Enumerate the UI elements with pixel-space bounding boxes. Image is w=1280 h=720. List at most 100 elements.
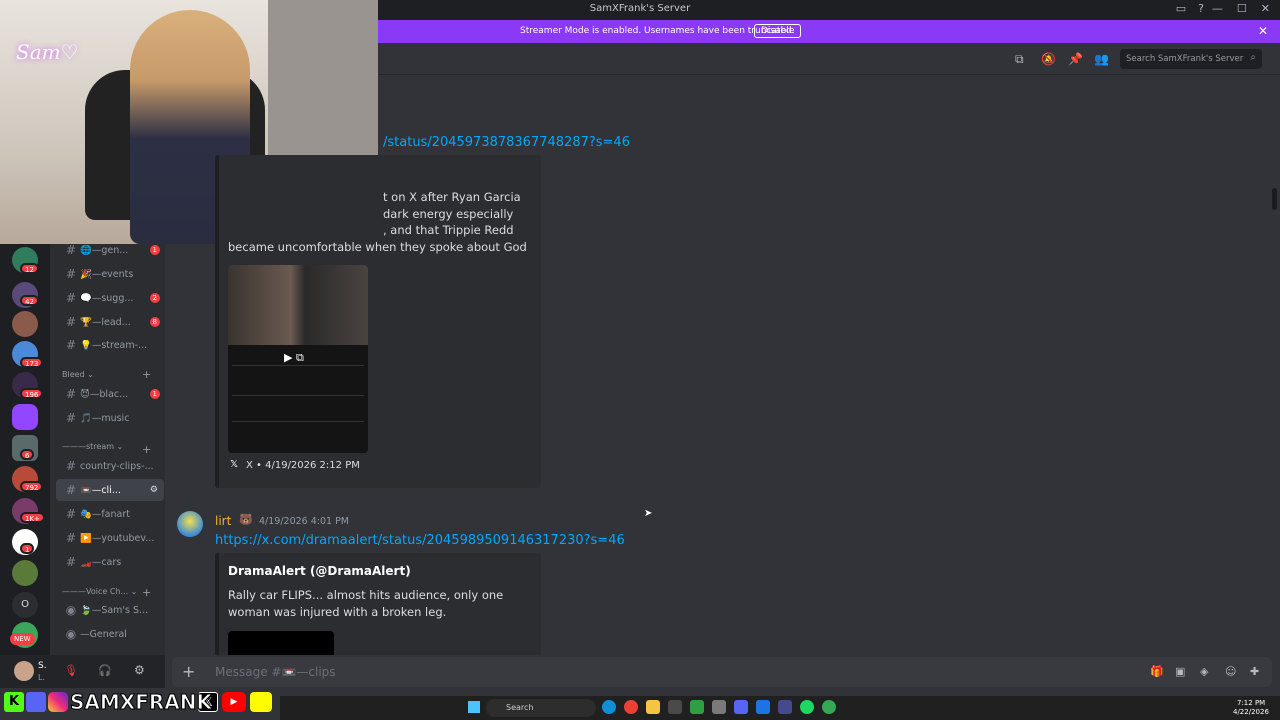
message-composer[interactable]: + Message #📼—clips 🎁 ▣ ◈ ☺ ✚	[172, 657, 1272, 687]
channel-badge: 8	[149, 317, 160, 327]
add-channel-icon[interactable]: +	[142, 586, 151, 599]
members-icon[interactable]: 👥	[1094, 52, 1109, 66]
server-badge: 1	[20, 543, 35, 554]
attach-plus-icon[interactable]: +	[182, 662, 195, 681]
channel-name: 🗨️—sugg...	[80, 292, 134, 304]
pin-icon[interactable]: 📌	[1068, 52, 1083, 66]
windows-start-icon[interactable]	[468, 701, 480, 713]
voice-channel-item[interactable]: ◉ —General	[56, 623, 164, 645]
channel-item[interactable]: # 😈—blac... 1	[56, 383, 164, 405]
help-icon[interactable]: ?	[1198, 2, 1204, 15]
embed-line: Rally car FLIPS... almost hits audience,…	[228, 588, 504, 602]
message-author[interactable]: lirt	[215, 514, 231, 528]
sticker-icon[interactable]: ◈	[1200, 665, 1208, 678]
channel-item[interactable]: # 🎭—fanart	[56, 503, 164, 525]
hash-icon: #	[65, 459, 77, 473]
edge-icon[interactable]	[602, 700, 616, 714]
snapchat-icon	[250, 692, 272, 712]
threads-icon[interactable]: ⧉	[1015, 52, 1024, 67]
hash-icon: #	[65, 267, 77, 281]
server-icon[interactable]	[12, 311, 38, 337]
avatar[interactable]	[14, 661, 34, 681]
user-status: L.	[38, 673, 45, 682]
active-app-icon[interactable]	[756, 700, 770, 714]
close-banner-icon[interactable]: ✕	[1258, 24, 1268, 38]
embed-line: , and that Trippie Redd	[383, 223, 514, 237]
voice-channel-item[interactable]: ◉ 🍃—Sam's S...	[56, 599, 164, 621]
spotify-icon[interactable]	[800, 700, 814, 714]
hash-icon: #	[65, 555, 77, 569]
disable-streamer-mode-button[interactable]: Disable	[754, 24, 802, 38]
channel-name: 🏎️—cars	[80, 556, 122, 568]
embed-author[interactable]: DramaAlert (@DramaAlert)	[228, 564, 411, 578]
channel-name: 😈—blac...	[80, 388, 129, 400]
webcam-logo: Sam♡	[16, 40, 79, 64]
minimize-button[interactable]: —	[1212, 2, 1223, 15]
app-icon[interactable]	[712, 700, 726, 714]
inbox-icon[interactable]: ▭	[1176, 2, 1186, 15]
chrome-icon[interactable]	[822, 700, 836, 714]
server-icon[interactable]	[12, 560, 38, 586]
channel-item[interactable]: # country-clips-...	[56, 455, 164, 477]
folder-icon[interactable]	[646, 700, 660, 714]
channel-badge: 1	[149, 389, 160, 399]
category-voice[interactable]: ———Voice Ch... ⌄	[62, 587, 137, 596]
channel-item[interactable]: # 🏎️—cars	[56, 551, 164, 573]
voice-channel-name: —General	[80, 628, 127, 640]
message-list: /status/2045973878367748287?s=46 t on X …	[165, 75, 1270, 655]
emoji-icon[interactable]: ☺	[1225, 665, 1236, 678]
twitch-server-icon[interactable]	[12, 404, 38, 430]
hash-icon: #	[65, 243, 77, 257]
user-settings-icon[interactable]: ⚙	[134, 663, 145, 677]
category-bleed[interactable]: Bleed ⌄	[62, 370, 94, 379]
author-badge-icon: 🐻	[239, 513, 253, 526]
avatar[interactable]	[177, 511, 203, 537]
channel-item[interactable]: # 🎵—music	[56, 407, 164, 429]
streaming-app-icon[interactable]	[778, 700, 792, 714]
message-link[interactable]: https://x.com/dramaalert/status/20459895…	[215, 533, 625, 548]
apps-icon[interactable]: ✚	[1250, 665, 1259, 678]
taskbar-search[interactable]: Search	[486, 699, 596, 717]
settings-icon[interactable]: ⚙	[150, 485, 158, 495]
channel-item[interactable]: # ▶️—youtubev...	[56, 527, 164, 549]
server-icon[interactable]: O	[12, 592, 38, 618]
channel-item[interactable]: # 🎉—events	[56, 263, 164, 285]
embed-video-thumbnail[interactable]: ▶ ⧉	[228, 265, 368, 453]
mute-icon[interactable]: 🔕	[1041, 52, 1056, 66]
channel-name: 💡—stream-...	[80, 339, 148, 351]
channel-name: 🎭—fanart	[80, 508, 130, 520]
user-panel: S. L. 🎙 🎧 ⚙	[0, 655, 165, 688]
channel-name: ▶️—youtubev...	[80, 532, 155, 544]
channel-item[interactable]: # 🗨️—sugg... 2	[56, 287, 164, 309]
mic-muted-icon[interactable]: 🎙	[64, 664, 78, 677]
message-link[interactable]: /status/2045973878367748287?s=46	[383, 135, 630, 150]
channel-name: 🌐—gen...	[80, 244, 129, 256]
voice-channel-name: 🍃—Sam's S...	[80, 604, 149, 616]
gift-icon[interactable]: 🎁	[1150, 665, 1164, 678]
kick-icon: K	[4, 692, 24, 712]
play-icon[interactable]: ▶ ⧉	[284, 351, 304, 365]
app-icon[interactable]	[690, 700, 704, 714]
scrollbar-thumb[interactable]	[1272, 188, 1277, 210]
clock-date: 4/22/2026	[1233, 708, 1269, 716]
add-channel-icon[interactable]: +	[142, 368, 151, 381]
store-icon[interactable]	[668, 700, 682, 714]
mouse-cursor-icon: ➤	[644, 508, 653, 519]
channel-item-active[interactable]: # 📼—cli... ⚙	[56, 479, 164, 501]
server-badge: 173	[20, 357, 44, 368]
channel-badge: 2	[149, 293, 160, 303]
chrome-icon[interactable]	[624, 700, 638, 714]
close-window-button[interactable]: ✕	[1261, 2, 1270, 15]
discord-taskbar-icon[interactable]	[734, 700, 748, 714]
channel-item[interactable]: # 🏆—lead... 8	[56, 311, 164, 333]
embed-footer: X • 4/19/2026 2:12 PM	[246, 460, 360, 471]
gif-icon[interactable]: ▣	[1175, 665, 1185, 678]
channel-item[interactable]: # 💡—stream-...	[56, 334, 164, 356]
embed-video-thumbnail[interactable]	[228, 631, 334, 655]
search-input[interactable]: Search SamXFrank's Server ⌕	[1120, 49, 1262, 69]
x-logo-icon: 𝕏	[230, 459, 239, 470]
channel-name: 🏆—lead...	[80, 316, 131, 328]
category-stream[interactable]: ———stream ⌄	[62, 442, 123, 451]
maximize-button[interactable]: ☐	[1237, 2, 1247, 15]
headphones-icon[interactable]: 🎧	[98, 664, 112, 677]
